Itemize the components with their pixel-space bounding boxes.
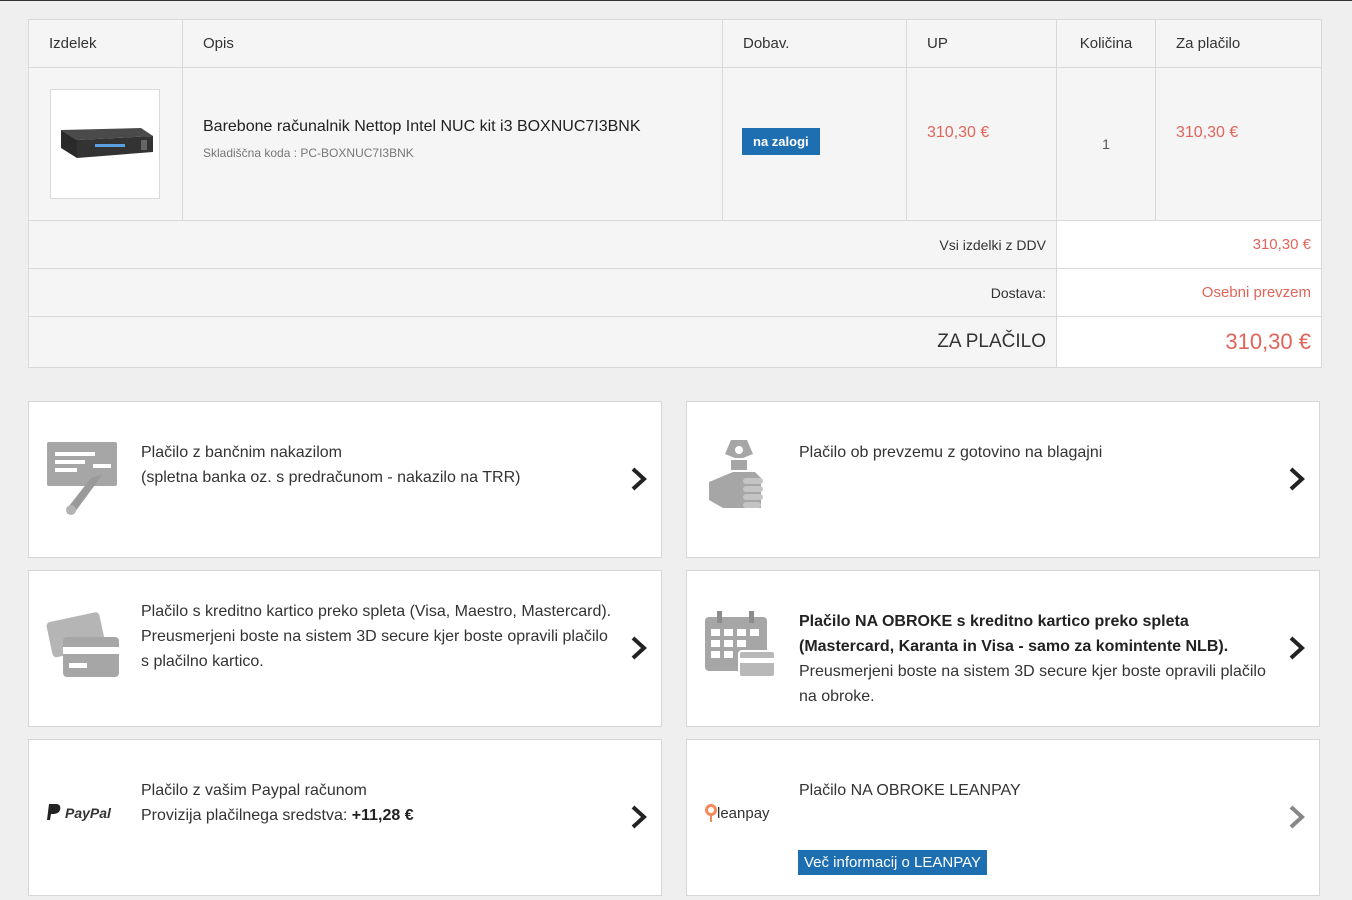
chevron-right-icon[interactable] [1287,466,1307,492]
payment-option-paypal[interactable]: PayPal Plačilo z vašim Paypal računom Pr… [28,739,662,896]
bank-transfer-icon [45,438,121,518]
bank-transfer-title: Plačilo z bančnim nakazilom [141,444,342,461]
chevron-right-icon[interactable] [629,635,649,661]
paypal-logo-text: PayPal [65,805,112,821]
shipping-value: Osebni prevzem [1056,268,1322,317]
availability-cell: na zalogi [722,67,907,221]
chevron-right-icon[interactable] [629,804,649,830]
subtotal-value: 310,30 € [1056,220,1322,269]
leanpay-logo-text: leanpay [717,805,770,822]
subtotal-row: Vsi izdelki z DDV 310,30 € [28,220,1322,269]
cash-hand-icon [703,438,779,518]
item-total-cell: 310,30 € [1155,67,1322,221]
calendar-card-icon [703,607,779,687]
leanpay-title: Plačilo NA OBROKE LEANPAY [799,782,1021,799]
payment-option-leanpay[interactable]: leanpay Plačilo NA OBROKE LEANPAY Več in… [686,739,1320,896]
table-row: Barebone računalnik Nettop Intel NUC kit… [28,67,1322,221]
unit-price-cell: 310,30 € [906,67,1057,221]
credit-card-icon [45,607,121,687]
installments-description: Preusmerjeni boste na sistem 3D secure k… [799,663,1266,705]
leanpay-logo: leanpay [703,800,783,826]
cash-text: Plačilo ob prevzemu z gotovino na blagaj… [799,440,1277,465]
leanpay-text: Plačilo NA OBROKE LEANPAY [799,778,1277,803]
total-label: ZA PLAČILO [28,316,1057,368]
paypal-title: Plačilo z vašim Paypal računom [141,782,367,799]
credit-card-text: Plačilo s kreditno kartico preko spleta … [141,603,612,670]
paypal-fee-value: +11,28 € [351,807,414,824]
installments-text: Plačilo NA OBROKE s kreditno kartico pre… [799,609,1277,709]
product-image-cell [28,67,183,221]
cash-title: Plačilo ob prevzemu z gotovino na blagaj… [799,444,1103,461]
header-unit-price: UP [906,19,1057,68]
shipping-row: Dostava: Osebni prevzem [28,268,1322,317]
header-to-pay: Za plačilo [1155,19,1322,68]
payment-option-installments[interactable]: Plačilo NA OBROKE s kreditno kartico pre… [686,570,1320,727]
payment-option-credit-card[interactable]: Plačilo s kreditno kartico preko spleta … [28,570,662,727]
paypal-logo: PayPal [45,802,125,826]
cart-table: Izdelek Opis Dobav. UP Količina Za plači… [28,19,1322,368]
availability-badge: na zalogi [742,128,820,155]
unit-price: 310,30 € [927,124,990,141]
product-code: Skladiščna koda : PC-BOXNUC7I3BNK [203,146,414,160]
product-name[interactable]: Barebone računalnik Nettop Intel NUC kit… [183,118,722,136]
header-availability: Dobav. [722,19,907,68]
total-row: ZA PLAČILO 310,30 € [28,316,1322,368]
shipping-label: Dostava: [28,268,1057,317]
quantity-cell: 1 [1056,67,1156,221]
product-thumbnail[interactable] [50,89,160,199]
header-product: Izdelek [28,19,183,68]
top-border [0,0,1352,1]
payment-option-cash[interactable]: Plačilo ob prevzemu z gotovino na blagaj… [686,401,1320,558]
product-description-cell: Barebone računalnik Nettop Intel NUC kit… [182,67,723,221]
item-total: 310,30 € [1176,124,1239,141]
header-description: Opis [182,19,723,68]
quantity-value: 1 [1102,136,1110,152]
subtotal-label: Vsi izdelki z DDV [28,220,1057,269]
bank-transfer-subtitle: (spletna banka oz. s predračunom - nakaz… [141,469,521,486]
paypal-fee-label: Provizija plačilnega sredstva: [141,807,352,824]
paypal-fee-line: Provizija plačilnega sredstva: +11,28 € [141,803,619,828]
paypal-text: Plačilo z vašim Paypal računom Provizija… [141,778,619,828]
total-value: 310,30 € [1056,316,1322,368]
chevron-right-icon[interactable] [629,466,649,492]
chevron-right-icon[interactable] [1287,635,1307,661]
bank-transfer-text: Plačilo z bančnim nakazilom (spletna ban… [141,440,619,490]
installments-title: Plačilo NA OBROKE s kreditno kartico pre… [799,613,1229,655]
chevron-right-icon[interactable] [1287,804,1307,830]
header-quantity: Količina [1056,19,1156,68]
table-header-row: Izdelek Opis Dobav. UP Količina Za plači… [28,19,1322,68]
leanpay-info-button[interactable]: Več informacij o LEANPAY [798,850,988,875]
payment-option-bank-transfer[interactable]: Plačilo z bančnim nakazilom (spletna ban… [28,401,662,558]
